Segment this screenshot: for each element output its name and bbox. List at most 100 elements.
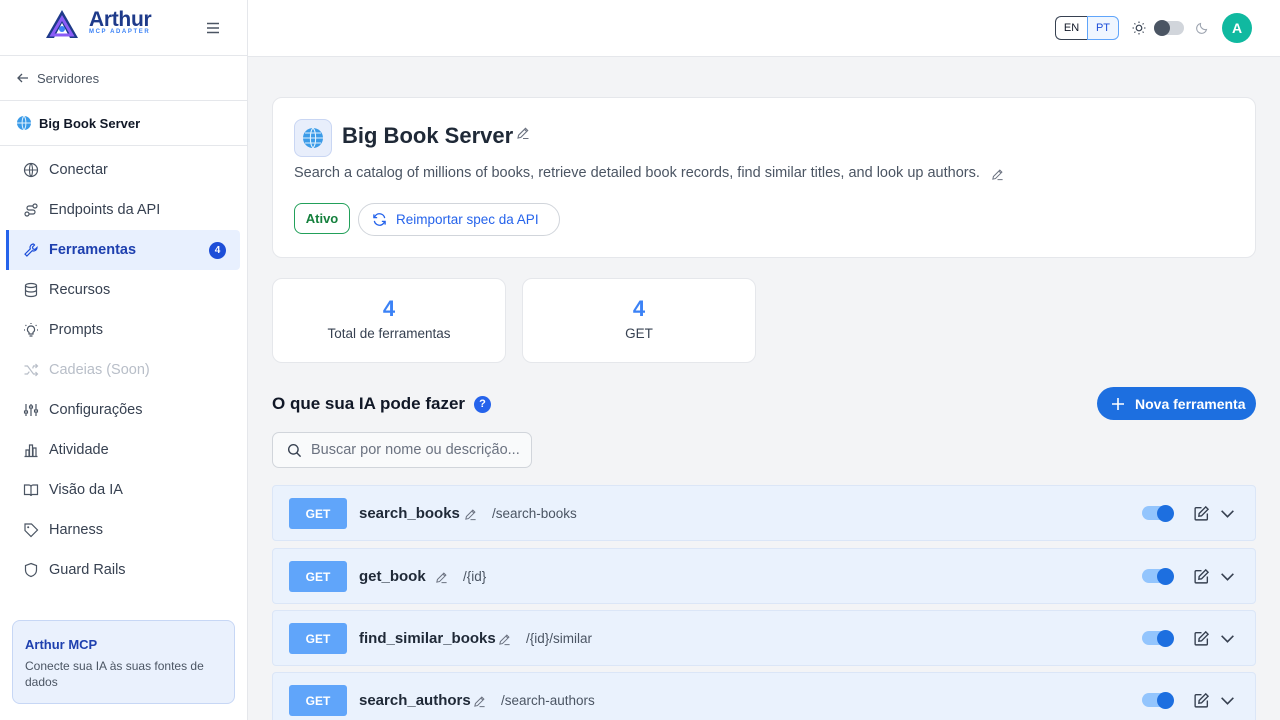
tool-enabled-toggle[interactable] (1142, 567, 1174, 585)
server-description: Search a catalog of millions of books, r… (294, 165, 980, 181)
sidebar-item-cadeias: Cadeias (Soon) (0, 350, 240, 390)
tools-section-title: O que sua IA pode fazer ? (272, 394, 492, 414)
edit-name-icon[interactable] (473, 695, 486, 708)
promo-text: Conecte sua IA às suas fontes de dados (25, 659, 204, 689)
sidebar-item-endpoints[interactable]: Endpoints da API (0, 190, 240, 230)
edit-title-icon[interactable] (516, 126, 530, 140)
tool-enabled-toggle[interactable] (1142, 504, 1174, 522)
bar-chart-icon (24, 444, 38, 458)
sidebar-item-label: Harness (49, 522, 103, 538)
edit-tool-icon[interactable] (1193, 505, 1210, 522)
tool-name: find_similar_books (359, 630, 496, 647)
sidebar-item-label: Endpoints da API (49, 202, 161, 218)
tool-enabled-toggle[interactable] (1142, 629, 1174, 647)
sidebar-item-ferramentas[interactable]: Ferramentas 4 (6, 230, 240, 270)
sidebar-item-prompts[interactable]: Prompts (0, 310, 240, 350)
edit-tool-icon[interactable] (1193, 568, 1210, 585)
toggle-knob (1157, 567, 1174, 585)
arrow-left-icon (17, 73, 28, 83)
stat-total-tools: 4 Total de ferramentas (272, 278, 506, 363)
theme-toggle[interactable] (1154, 20, 1184, 36)
server-icon-box (294, 119, 332, 157)
sidebar-item-conectar[interactable]: Conectar (0, 150, 240, 190)
shuffle-icon (24, 363, 39, 377)
sidebar: Arthur MCP ADAPTER Servidores Big Book S… (0, 0, 248, 720)
tool-row-search-books[interactable]: GET search_books /search-books (272, 485, 1256, 541)
menu-icon[interactable] (205, 20, 221, 36)
chevron-down-icon[interactable] (1219, 568, 1236, 585)
tool-row-find-similar-books[interactable]: GET find_similar_books /{id}/similar (272, 610, 1256, 666)
tool-search (272, 432, 532, 468)
moon-icon (1196, 22, 1208, 34)
promo-title: Arthur MCP (25, 637, 98, 652)
tool-name: search_authors (359, 692, 471, 709)
sliders-icon (23, 404, 39, 416)
chevron-down-icon[interactable] (1219, 630, 1236, 647)
reimport-spec-button[interactable]: Reimportar spec da API (358, 203, 560, 236)
sidebar-item-label: Atividade (49, 442, 109, 458)
new-tool-button[interactable]: Nova ferramenta (1097, 387, 1256, 420)
sidebar-item-label: Conectar (49, 162, 108, 178)
tool-path: /search-books (492, 506, 577, 521)
tag-icon (24, 523, 39, 538)
edit-description-icon[interactable] (991, 168, 1004, 181)
tool-row-get-book[interactable]: GET get_book /{id} (272, 548, 1256, 604)
toggle-knob (1157, 504, 1174, 522)
chevron-down-icon[interactable] (1219, 692, 1236, 709)
globe-icon (303, 127, 323, 149)
tool-enabled-toggle[interactable] (1142, 691, 1174, 709)
tool-row-search-authors[interactable]: GET search_authors /search-authors (272, 672, 1256, 720)
stat-label: Total de ferramentas (327, 326, 451, 341)
brand: Arthur MCP ADAPTER (0, 0, 247, 56)
back-label: Servidores (37, 70, 100, 86)
tool-path: /{id} (463, 569, 487, 584)
server-title: Big Book Server (342, 123, 514, 148)
sidebar-item-label: Cadeias (Soon) (49, 362, 150, 378)
topbar: EN PT A (248, 0, 1280, 57)
sidebar-item-configuracoes[interactable]: Configurações (0, 390, 240, 430)
toggle-knob (1157, 629, 1174, 647)
lang-pt-button[interactable]: PT (1087, 16, 1119, 40)
route-icon (24, 203, 38, 217)
method-badge: GET (289, 498, 347, 529)
edit-name-icon[interactable] (498, 633, 511, 646)
chevron-down-icon[interactable] (1219, 505, 1236, 522)
sidebar-item-label: Guard Rails (49, 562, 126, 578)
user-avatar[interactable]: A (1222, 13, 1252, 43)
theme-toggle-knob (1154, 20, 1170, 36)
tool-name: search_books (359, 505, 460, 522)
reimport-label: Reimportar spec da API (396, 212, 539, 227)
sidebar-item-label: Ferramentas (49, 242, 137, 258)
search-input[interactable] (311, 442, 521, 458)
refresh-icon (373, 213, 386, 226)
plus-icon (1112, 397, 1124, 410)
wrench-icon (24, 243, 38, 257)
sidebar-item-guard-rails[interactable]: Guard Rails (0, 550, 240, 590)
sidebar-item-label: Configurações (49, 402, 143, 418)
lightbulb-icon (24, 323, 38, 337)
book-open-icon (23, 484, 39, 497)
method-badge: GET (289, 685, 347, 716)
sidebar-item-recursos[interactable]: Recursos (0, 270, 240, 310)
arthur-logo-icon (46, 10, 78, 38)
tool-path: /search-authors (501, 693, 595, 708)
edit-tool-icon[interactable] (1193, 692, 1210, 709)
sidebar-item-label: Visão da IA (49, 482, 123, 498)
tool-name: get_book (359, 568, 426, 585)
language-switcher: EN PT (1055, 16, 1119, 40)
promo-card: Arthur MCP Conecte sua IA às suas fontes… (12, 620, 235, 704)
current-server-name: Big Book Server (39, 115, 141, 131)
new-tool-label: Nova ferramenta (1135, 395, 1246, 412)
sidebar-item-harness[interactable]: Harness (0, 510, 240, 550)
back-to-servers-link[interactable]: Servidores (0, 56, 247, 101)
help-icon[interactable]: ? (474, 395, 492, 413)
sidebar-item-label: Prompts (49, 322, 103, 338)
lang-en-button[interactable]: EN (1055, 16, 1087, 40)
sidebar-item-atividade[interactable]: Atividade (0, 430, 240, 470)
edit-name-icon[interactable] (464, 508, 477, 521)
shield-icon (24, 562, 38, 578)
edit-tool-icon[interactable] (1193, 630, 1210, 647)
sidebar-item-visao-da-ia[interactable]: Visão da IA (0, 470, 240, 510)
tools-count-badge: 4 (209, 242, 226, 259)
edit-name-icon[interactable] (435, 571, 448, 584)
